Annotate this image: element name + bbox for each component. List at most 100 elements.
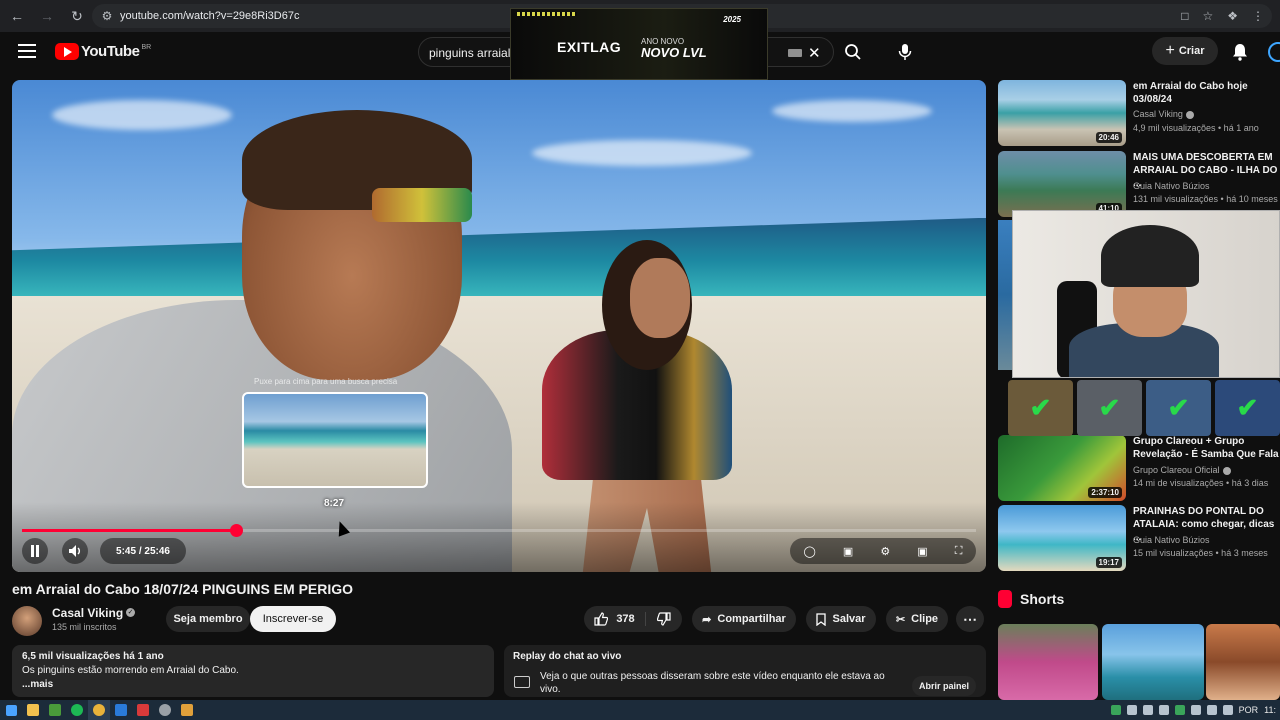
- open-panel-button[interactable]: Abrir painel: [912, 676, 976, 696]
- share-button[interactable]: ➦ Compartilhar: [692, 606, 796, 632]
- hamburger-menu-icon[interactable]: [18, 44, 36, 62]
- app-icon[interactable]: [110, 700, 132, 720]
- recommendation-meta: 131 mil visualizações • há 10 meses: [1133, 194, 1278, 204]
- more-actions-icon[interactable]: ⋯: [956, 606, 984, 632]
- recommendation-thumbnail[interactable]: 2:37:10: [998, 435, 1126, 501]
- recommendation-thumbnail[interactable]: 19:17: [998, 505, 1126, 571]
- recommendation-channel[interactable]: Casal Viking: [1133, 109, 1194, 119]
- recommendation-item[interactable]: 19:17 PRAINHAS DO PONTAL DO ATALAIA: com…: [998, 505, 1280, 571]
- video-duration: 20:46: [1095, 132, 1122, 143]
- like-button[interactable]: 378: [584, 612, 646, 626]
- tray-icon[interactable]: [1142, 705, 1153, 715]
- volume-tray-icon[interactable]: [1222, 705, 1233, 715]
- tray-icon[interactable]: [1110, 705, 1121, 715]
- search-icon: [845, 44, 861, 60]
- chrome-icon[interactable]: [88, 700, 110, 720]
- channel-avatar[interactable]: [12, 606, 42, 636]
- youtube-logo[interactable]: YouTube BR: [55, 43, 151, 60]
- verified-icon: [1222, 466, 1231, 475]
- app-icon[interactable]: [154, 700, 176, 720]
- youtube-play-icon: [55, 43, 79, 60]
- back-icon[interactable]: ←: [4, 3, 30, 29]
- mute-button[interactable]: [62, 538, 88, 564]
- video-duration: 19:17: [1095, 557, 1122, 568]
- dislike-button[interactable]: [646, 612, 682, 626]
- fullscreen-icon[interactable]: ⛶: [955, 545, 963, 558]
- miniplayer-icon[interactable]: ▣: [917, 545, 927, 558]
- pause-button[interactable]: [22, 538, 48, 564]
- file-explorer-icon[interactable]: [22, 700, 44, 720]
- recommendation-channel[interactable]: Guia Nativo Búzios: [1133, 535, 1210, 545]
- forward-icon[interactable]: →: [34, 3, 60, 29]
- bookmark-icon: [816, 612, 827, 626]
- subtitles-icon[interactable]: ▣: [843, 545, 853, 558]
- cast-icon[interactable]: □: [1181, 9, 1188, 23]
- progress-bar[interactable]: [22, 524, 976, 537]
- save-button[interactable]: Salvar: [806, 606, 876, 632]
- reload-icon[interactable]: ↻: [64, 3, 90, 29]
- short-thumbnail[interactable]: [1102, 624, 1204, 700]
- check-cell: ✔: [1008, 380, 1073, 436]
- chat-bubble-icon: [514, 676, 530, 688]
- description-text: Os pinguins estão morrendo em Arraial do…: [22, 665, 239, 676]
- search-button[interactable]: [836, 37, 870, 67]
- spotify-icon[interactable]: [66, 700, 88, 720]
- tray-icon[interactable]: [1190, 705, 1201, 715]
- url-text[interactable]: youtube.com/watch?v=29e8Ri3D67c: [120, 10, 299, 22]
- clear-search-icon[interactable]: ✕: [808, 44, 821, 62]
- windows-start-icon[interactable]: [0, 700, 22, 720]
- video-cloud: [52, 100, 232, 130]
- recommendation-title[interactable]: Grupo Clareou + Grupo Revelação - É Samb…: [1133, 435, 1280, 461]
- clock[interactable]: 11:: [1264, 705, 1276, 715]
- tray-icon[interactable]: [1158, 705, 1169, 715]
- channel-name[interactable]: Casal Viking: [52, 606, 123, 620]
- extensions-icon[interactable]: ❖: [1227, 9, 1238, 23]
- recommendation-thumbnail[interactable]: 20:46: [998, 80, 1126, 146]
- recommendation-item[interactable]: 20:46 em Arraial do Cabo hoje 03/08/24 C…: [998, 80, 1280, 146]
- keyboard-icon[interactable]: [788, 49, 802, 57]
- recommendation-channel[interactable]: Guia Nativo Búzios: [1133, 181, 1210, 191]
- app-icon[interactable]: [176, 700, 198, 720]
- wifi-icon[interactable]: [1206, 705, 1217, 715]
- settings-gear-icon[interactable]: ⚙: [880, 545, 890, 558]
- app-icon[interactable]: [44, 700, 66, 720]
- video-player[interactable]: Puxe para cima para uma busca precisa 8:…: [12, 80, 986, 572]
- preview-time: 8:27: [324, 498, 345, 509]
- bookmark-star-icon[interactable]: ☆: [1202, 9, 1213, 23]
- share-arrow-icon: ➦: [702, 613, 712, 626]
- language-indicator[interactable]: POR: [1239, 705, 1259, 715]
- country-code: BR: [141, 44, 152, 51]
- shorts-title: Shorts: [1020, 591, 1065, 607]
- recommendation-title[interactable]: em Arraial do Cabo hoje 03/08/24: [1133, 80, 1280, 106]
- voice-search-button[interactable]: [890, 37, 920, 67]
- description-more-link[interactable]: ...mais: [22, 679, 484, 690]
- account-avatar[interactable]: [1268, 42, 1280, 62]
- create-button[interactable]: + Criar: [1152, 37, 1218, 65]
- subscriber-count: 135 mil inscritos: [52, 622, 117, 632]
- autoplay-toggle-icon[interactable]: ◯: [804, 545, 816, 558]
- microphone-icon: [898, 44, 912, 60]
- menu-icon[interactable]: ⋮: [1252, 9, 1264, 23]
- ad-banner[interactable]: EXITLAG ANO NOVO NOVO LVL 2025: [510, 8, 768, 80]
- recommendation-item[interactable]: 41:10 MAIS UMA DESCOBERTA EM ARRAIAL DO …: [998, 151, 1280, 217]
- app-icon[interactable]: [132, 700, 154, 720]
- description-box[interactable]: 6,5 mil visualizações há 1 ano Os pingui…: [12, 645, 494, 697]
- search-input[interactable]: pinguins arraial: [429, 46, 510, 60]
- time-display: 5:45 / 25:46: [100, 538, 186, 564]
- notifications-button[interactable]: [1228, 40, 1252, 64]
- short-thumbnail[interactable]: [1206, 624, 1280, 700]
- recommendation-thumbnail[interactable]: 41:10: [998, 151, 1126, 217]
- video-cloud: [772, 100, 932, 122]
- subscribe-button[interactable]: Inscrever-se: [250, 606, 336, 632]
- woman-face: [630, 258, 690, 338]
- join-button[interactable]: Seja membro: [166, 606, 250, 632]
- short-thumbnail[interactable]: [998, 624, 1098, 700]
- recommendation-item[interactable]: 2:37:10 Grupo Clareou + Grupo Revelação …: [998, 435, 1280, 501]
- recommendation-channel[interactable]: Grupo Clareou Oficial: [1133, 465, 1231, 475]
- scrubber-handle[interactable]: [229, 524, 243, 537]
- site-info-icon[interactable]: ⚙: [96, 9, 118, 23]
- check-cell: ✔: [1077, 380, 1142, 436]
- clip-button[interactable]: ✂ Clipe: [886, 606, 948, 632]
- tray-icon[interactable]: [1126, 705, 1137, 715]
- tray-icon[interactable]: [1174, 705, 1185, 715]
